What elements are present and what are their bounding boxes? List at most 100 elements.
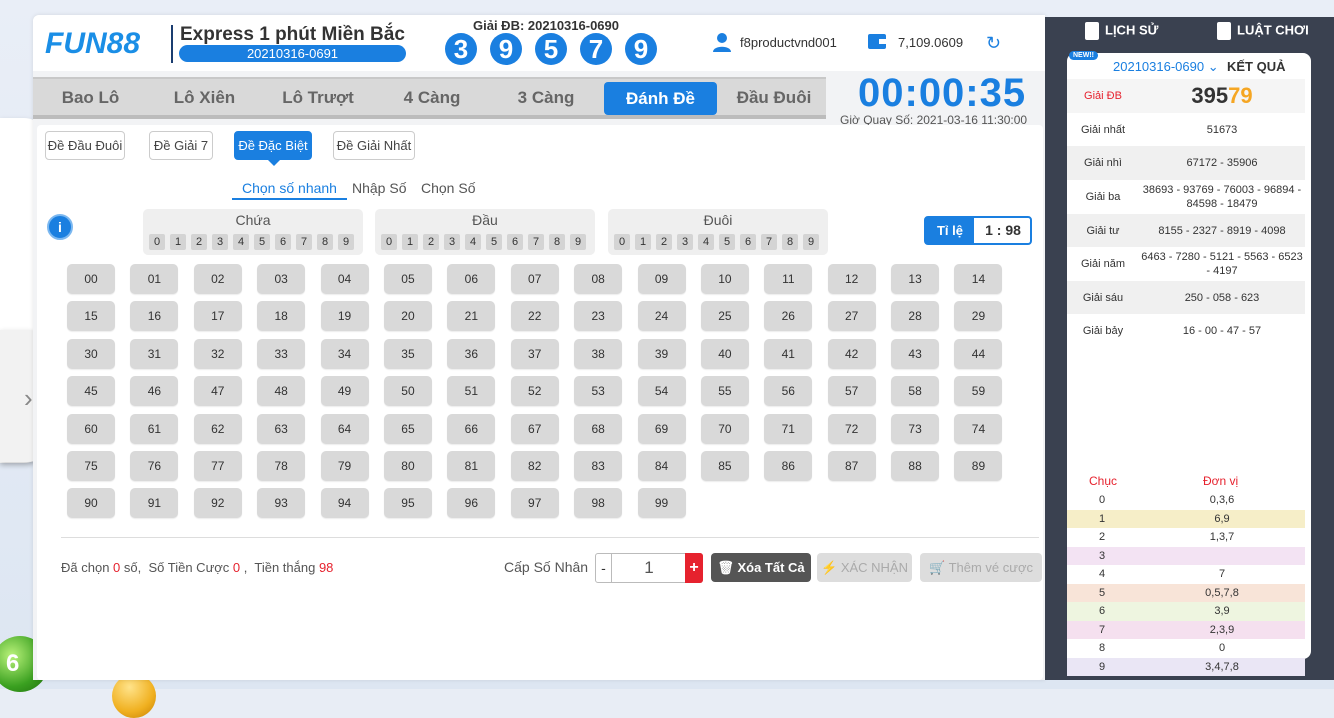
filter-head-digit[interactable]: 6 [507,234,523,250]
multiplier-plus-button[interactable]: + [685,553,703,583]
filter-tail-digit[interactable]: 5 [719,234,735,250]
history-link[interactable]: LỊCH SỬ [1085,22,1158,40]
number-cell[interactable]: 78 [257,450,306,481]
number-cell[interactable]: 21 [447,301,496,332]
number-cell[interactable]: 42 [827,338,876,369]
number-cell[interactable]: 08 [574,264,623,294]
number-cell[interactable]: 60 [67,413,115,444]
filter-contain-digit[interactable]: 7 [296,234,312,250]
number-cell[interactable]: 80 [383,450,432,481]
number-cell[interactable]: 22 [510,301,559,332]
filter-tail-digit[interactable]: 6 [740,234,756,250]
number-cell[interactable]: 88 [891,450,940,481]
info-icon[interactable]: i [47,214,73,240]
filter-head-digit[interactable]: 7 [528,234,544,250]
number-cell[interactable]: 46 [130,376,179,407]
number-cell[interactable]: 64 [320,413,369,444]
number-cell[interactable]: 69 [637,413,686,444]
number-cell[interactable]: 26 [764,301,813,332]
number-cell[interactable]: 31 [130,338,179,369]
filter-head-digit[interactable]: 8 [549,234,565,250]
number-cell[interactable]: 81 [447,450,496,481]
tab-bao-lo[interactable]: Bao Lô [33,79,148,117]
filter-tail-digit[interactable]: 1 [635,234,651,250]
number-cell[interactable]: 50 [383,376,432,407]
number-cell[interactable]: 75 [67,450,115,481]
number-cell[interactable]: 91 [130,488,179,519]
filter-tail-digit[interactable]: 0 [614,234,630,250]
number-cell[interactable]: 40 [700,338,749,369]
tab-dau-duoi[interactable]: Đầu Đuôi [717,79,831,117]
number-cell[interactable]: 63 [257,413,306,444]
mode-choose-number[interactable]: Chọn Số [421,180,475,196]
number-cell[interactable]: 92 [193,488,242,519]
filter-contain-digit[interactable]: 0 [149,234,165,250]
refresh-icon[interactable]: ↻ [986,33,1001,54]
number-cell[interactable]: 45 [67,376,115,407]
filter-head-digit[interactable]: 4 [465,234,481,250]
number-cell[interactable]: 47 [193,376,242,407]
number-cell[interactable]: 37 [510,338,559,369]
number-cell[interactable]: 71 [764,413,813,444]
filter-tail-digit[interactable]: 4 [698,234,714,250]
number-cell[interactable]: 65 [383,413,432,444]
number-cell[interactable]: 29 [954,301,1003,332]
number-cell[interactable]: 35 [383,338,432,369]
number-cell[interactable]: 39 [637,338,686,369]
number-cell[interactable]: 68 [574,413,623,444]
number-cell[interactable]: 89 [954,450,1003,481]
number-cell[interactable]: 52 [510,376,559,407]
number-cell[interactable]: 99 [637,488,686,519]
filter-contain-digit[interactable]: 1 [170,234,186,250]
number-cell[interactable]: 28 [891,301,940,332]
number-cell[interactable]: 53 [574,376,623,407]
rules-link[interactable]: LUẬT CHƠI [1217,22,1309,40]
number-cell[interactable]: 16 [130,301,179,332]
number-cell[interactable]: 06 [447,264,496,294]
number-cell[interactable]: 95 [383,488,432,519]
number-cell[interactable]: 30 [67,338,115,369]
mode-input-number[interactable]: Nhập Số [352,180,406,196]
number-cell[interactable]: 66 [447,413,496,444]
confirm-button[interactable]: ⚡ XÁC NHẬN [817,553,912,582]
number-cell[interactable]: 17 [193,301,242,332]
number-cell[interactable]: 77 [193,450,242,481]
subtab-de-dau-duoi[interactable]: Đề Đầu Đuôi [45,131,125,160]
filter-head-digit[interactable]: 3 [444,234,460,250]
tab-danh-de[interactable]: Đánh Đề [604,82,717,115]
number-cell[interactable]: 82 [510,450,559,481]
number-cell[interactable]: 44 [954,338,1003,369]
number-cell[interactable]: 54 [637,376,686,407]
multiplier-input[interactable]: 1 [612,554,686,582]
number-cell[interactable]: 15 [67,301,115,332]
number-cell[interactable]: 19 [320,301,369,332]
number-cell[interactable]: 48 [257,376,306,407]
number-cell[interactable]: 02 [193,264,242,294]
number-cell[interactable]: 57 [827,376,876,407]
number-cell[interactable]: 70 [700,413,749,444]
number-cell[interactable]: 27 [827,301,876,332]
filter-contain-digit[interactable]: 6 [275,234,291,250]
filter-head-digit[interactable]: 5 [486,234,502,250]
number-cell[interactable]: 07 [510,264,559,294]
number-cell[interactable]: 74 [954,413,1003,444]
filter-tail-digit[interactable]: 9 [803,234,819,250]
tab-lo-xien[interactable]: Lô Xiên [148,79,261,117]
number-cell[interactable]: 58 [891,376,940,407]
filter-tail-digit[interactable]: 8 [782,234,798,250]
filter-contain-digit[interactable]: 4 [233,234,249,250]
mode-quick-pick[interactable]: Chọn số nhanh [232,180,347,200]
number-cell[interactable]: 67 [510,413,559,444]
number-cell[interactable]: 14 [954,264,1003,294]
number-cell[interactable]: 38 [574,338,623,369]
number-cell[interactable]: 33 [257,338,306,369]
tab-lo-truot[interactable]: Lô Trượt [261,79,375,117]
filter-head-digit[interactable]: 9 [570,234,586,250]
number-cell[interactable]: 97 [510,488,559,519]
tab-4-cang[interactable]: 4 Càng [375,79,489,117]
number-cell[interactable]: 32 [193,338,242,369]
number-cell[interactable]: 87 [827,450,876,481]
number-cell[interactable]: 25 [700,301,749,332]
number-cell[interactable]: 20 [383,301,432,332]
number-cell[interactable]: 24 [637,301,686,332]
